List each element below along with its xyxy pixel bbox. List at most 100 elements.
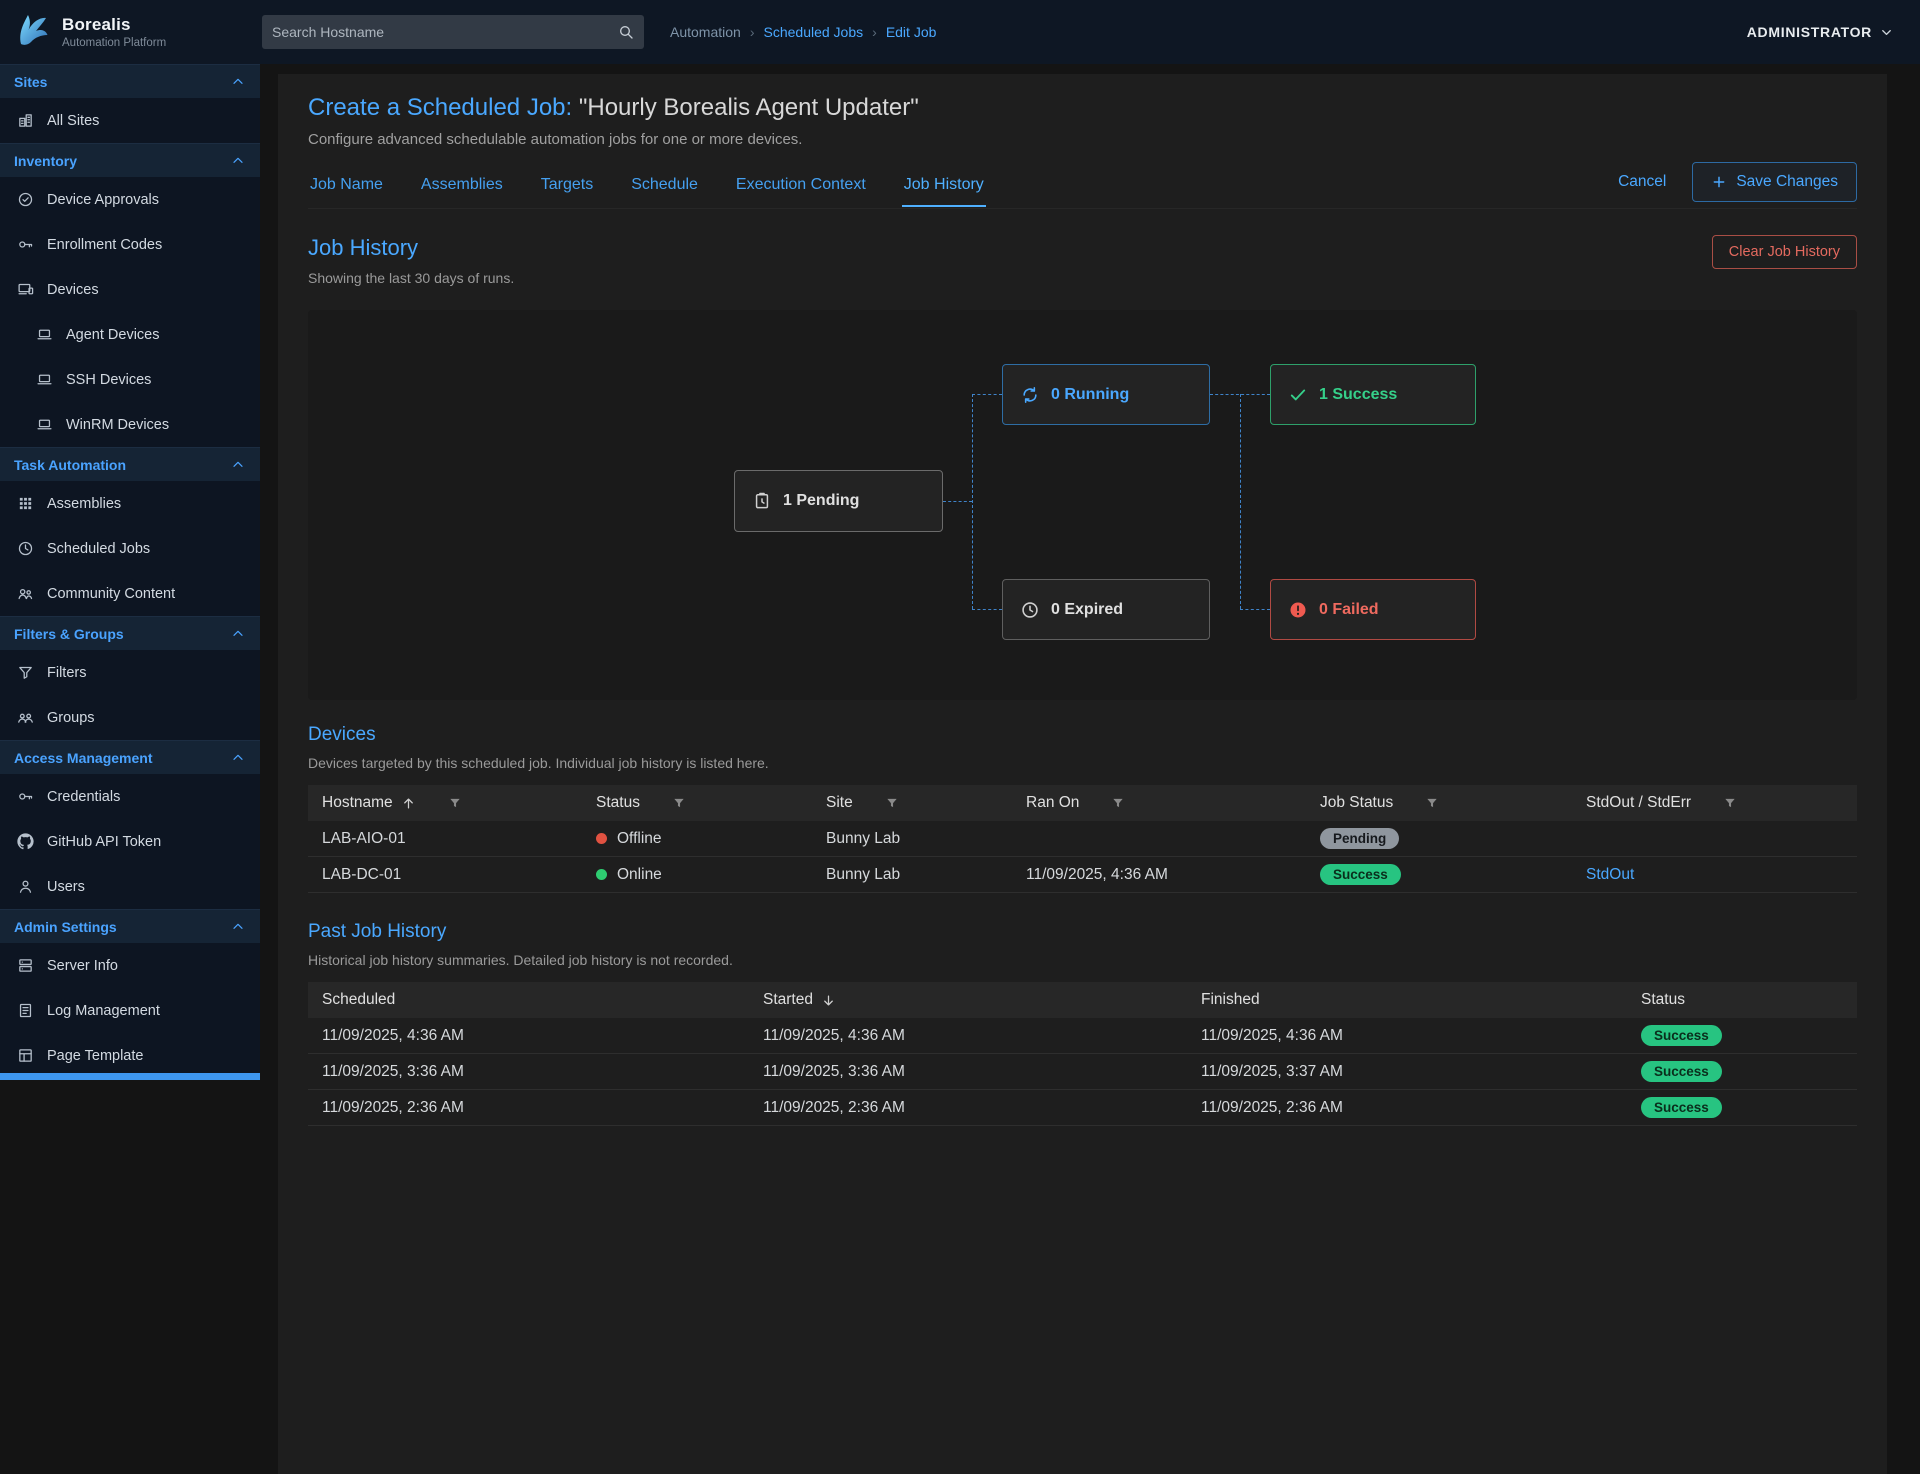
github-icon [17,833,34,850]
section-label: Sites [14,74,47,90]
filter-icon[interactable] [672,796,686,810]
past-job-row: 11/09/2025, 3:36 AM 11/09/2025, 3:36 AM … [308,1054,1857,1090]
sidebar-item-github-api-token[interactable]: GitHub API Token [0,819,260,864]
site-cell: Bunny Lab [826,866,1026,884]
column-header-finished[interactable]: Finished [1201,991,1641,1009]
sidebar-item-label: SSH Devices [66,372,151,388]
clock-icon [1020,600,1040,620]
breadcrumb-automation[interactable]: Automation [670,24,741,40]
column-header-stdout-stderr[interactable]: StdOut / StdErr [1586,794,1856,812]
column-header-site[interactable]: Site [826,794,1026,812]
filter-icon[interactable] [1111,796,1125,810]
past-job-row: 11/09/2025, 2:36 AM 11/09/2025, 2:36 AM … [308,1090,1857,1126]
chevron-up-icon [230,74,246,90]
sidebar-item-label: GitHub API Token [47,834,161,850]
sidebar-item-winrm-devices[interactable]: WinRM Devices [0,402,260,447]
tab-job-name[interactable]: Job Name [308,163,385,207]
sidebar-item-ssh-devices[interactable]: SSH Devices [0,357,260,402]
plus-icon [1711,174,1727,190]
clock-icon [17,540,34,557]
cancel-button[interactable]: Cancel [1618,173,1666,191]
section-label: Filters & Groups [14,626,124,642]
search-input[interactable] [272,24,618,40]
sidebar-item-users[interactable]: Users [0,864,260,909]
breadcrumb-edit-job: Edit Job [886,24,937,40]
section-label: Inventory [14,153,77,169]
status-cell: Online [596,866,826,884]
sidebar-item-credentials[interactable]: Credentials [0,774,260,819]
log-file-icon [17,1002,34,1019]
check-icon [1288,385,1308,405]
scheduled-cell: 11/09/2025, 3:36 AM [322,1063,763,1081]
offline-status-dot [596,833,607,844]
error-icon [1288,600,1308,620]
column-header-hostname[interactable]: Hostname [322,794,596,812]
clear-job-history-button[interactable]: Clear Job History [1712,235,1857,269]
server-icon [17,957,34,974]
person-icon [17,878,34,895]
connector-line [972,394,1002,395]
breadcrumb-scheduled-jobs[interactable]: Scheduled Jobs [764,24,864,40]
sidebar-item-log-management[interactable]: Log Management [0,988,260,1033]
user-menu[interactable]: ADMINISTRATOR [1747,24,1894,40]
sidebar-item-groups[interactable]: Groups [0,695,260,740]
column-header-ran-on[interactable]: Ran On [1026,794,1320,812]
user-menu-label: ADMINISTRATOR [1747,24,1872,40]
hostname-search[interactable] [262,15,644,49]
device-table-row: LAB-DC-01 Online Bunny Lab 11/09/2025, 4… [308,857,1857,893]
filter-icon[interactable] [1723,796,1737,810]
sidebar-section-admin-settings[interactable]: Admin Settings [0,909,260,943]
sidebar-item-scheduled-jobs[interactable]: Scheduled Jobs [0,526,260,571]
job-status-cell: Success [1320,864,1586,885]
sidebar-scrollbar[interactable] [0,1073,260,1080]
sidebar-item-label: Page Template [47,1048,143,1064]
sidebar-item-label: Scheduled Jobs [47,541,150,557]
column-header-status[interactable]: Status [596,794,826,812]
sidebar-section-inventory[interactable]: Inventory [0,143,260,177]
hostname-cell: LAB-DC-01 [322,866,596,884]
laptop-icon [36,371,53,388]
column-header-job-status[interactable]: Job Status [1320,794,1586,812]
filter-icon[interactable] [448,796,462,810]
tab-assemblies[interactable]: Assemblies [419,163,505,207]
connector-line [972,609,1002,610]
job-status-flow-diagram: 1 Pending 0 Running 1 Success 0 Expired … [308,310,1857,700]
sidebar-item-enrollment-codes[interactable]: Enrollment Codes [0,222,260,267]
sidebar-item-filters[interactable]: Filters [0,650,260,695]
sidebar-item-community-content[interactable]: Community Content [0,571,260,616]
devices-section: Devices Devices targeted by this schedul… [308,724,1857,893]
tab-job-history[interactable]: Job History [902,163,986,207]
scheduled-cell: 11/09/2025, 2:36 AM [322,1099,763,1117]
tab-schedule[interactable]: Schedule [629,163,700,207]
success-badge: Success [1641,1097,1722,1118]
column-header-started[interactable]: Started [763,991,1201,1009]
sidebar-item-devices[interactable]: Devices [0,267,260,312]
sidebar-item-page-template[interactable]: Page Template [0,1033,260,1078]
laptop-icon [36,326,53,343]
filter-icon[interactable] [885,796,899,810]
page-title-prefix: Create a Scheduled Job: [308,94,572,121]
stdout-link[interactable]: StdOut [1586,866,1634,884]
scheduled-cell: 11/09/2025, 4:36 AM [322,1027,763,1045]
sidebar-item-all-sites[interactable]: All Sites [0,98,260,143]
search-icon[interactable] [618,24,634,40]
devices-subtitle: Devices targeted by this scheduled job. … [308,755,1857,771]
job-status-cell: Pending [1320,828,1586,849]
sidebar-item-device-approvals[interactable]: Device Approvals [0,177,260,222]
sidebar-item-assemblies[interactable]: Assemblies [0,481,260,526]
filter-icon[interactable] [1425,796,1439,810]
device-table-row: LAB-AIO-01 Offline Bunny Lab Pending [308,821,1857,857]
tab-targets[interactable]: Targets [539,163,595,207]
connector-line [972,394,973,609]
sidebar-item-agent-devices[interactable]: Agent Devices [0,312,260,357]
column-header-scheduled[interactable]: Scheduled [322,991,763,1009]
sidebar-section-access-management[interactable]: Access Management [0,740,260,774]
sidebar-section-task-automation[interactable]: Task Automation [0,447,260,481]
column-header-status[interactable]: Status [1641,991,1857,1009]
save-changes-button[interactable]: Save Changes [1692,162,1857,202]
tab-execution-context[interactable]: Execution Context [734,163,868,207]
sidebar-item-server-info[interactable]: Server Info [0,943,260,988]
sidebar-section-filters-groups[interactable]: Filters & Groups [0,616,260,650]
job-history-subtitle: Showing the last 30 days of runs. [308,270,514,286]
sidebar-section-sites[interactable]: Sites [0,64,260,98]
